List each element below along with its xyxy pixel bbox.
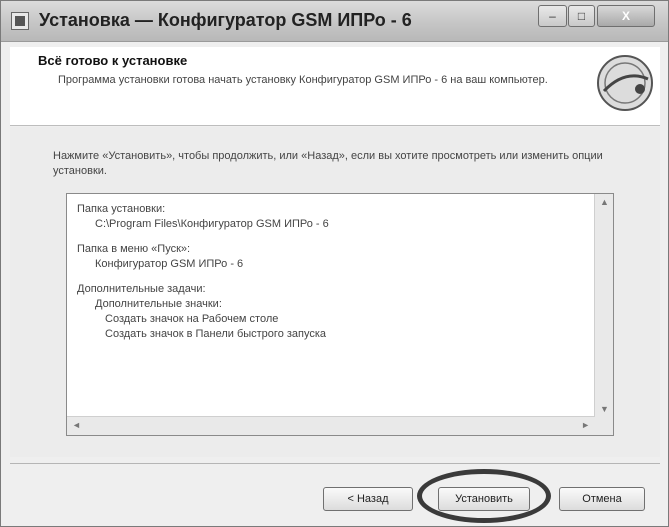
minimize-button[interactable]: – — [538, 5, 567, 27]
page-subtitle: Программа установки готова начать устано… — [58, 74, 548, 86]
title-bar[interactable]: Установка — Конфигуратор GSM ИПРо - 6 – … — [1, 1, 668, 42]
memo-text: Папка установки: C:\Program Files\Конфиг… — [67, 194, 595, 417]
back-button[interactable]: < Назад — [323, 487, 413, 511]
wizard-header: Всё готово к установке Программа установ… — [10, 47, 660, 126]
scroll-down-arrow-icon[interactable]: ▼ — [600, 404, 609, 414]
installer-window: Установка — Конфигуратор GSM ИПРо - 6 – … — [0, 0, 669, 527]
install-button[interactable]: Установить — [438, 487, 530, 511]
scroll-left-arrow-icon[interactable]: ◄ — [72, 420, 81, 430]
vertical-scrollbar[interactable]: ▲ ▼ — [594, 194, 613, 417]
scroll-right-arrow-icon[interactable]: ► — [581, 420, 590, 430]
ready-memo[interactable]: Папка установки: C:\Program Files\Конфиг… — [66, 193, 614, 436]
app-icon — [11, 12, 29, 30]
gsm-logo-icon — [597, 55, 653, 111]
tasks-group: Дополнительные значки: — [95, 298, 222, 310]
task-quicklaunch-icon: Создать значок в Панели быстрого запуска — [105, 328, 327, 340]
horizontal-scrollbar[interactable]: ◄ ► — [67, 416, 595, 435]
maximize-button[interactable]: □ — [568, 5, 595, 27]
close-button[interactable]: X — [597, 5, 655, 27]
cancel-button[interactable]: Отмена — [559, 487, 645, 511]
folder-label: Папка установки: — [77, 203, 166, 215]
folder-value: C:\Program Files\Конфигуратор GSM ИПРо -… — [95, 218, 329, 230]
footer-divider — [10, 463, 660, 464]
start-menu-value: Конфигуратор GSM ИПРо - 6 — [95, 258, 244, 270]
scroll-up-arrow-icon[interactable]: ▲ — [600, 197, 609, 207]
wizard-content: Нажмите «Установить», чтобы продолжить, … — [10, 127, 660, 457]
instructions-text: Нажмите «Установить», чтобы продолжить, … — [53, 150, 603, 177]
page-title: Всё готово к установке — [38, 53, 188, 68]
task-desktop-icon: Создать значок на Рабочем столе — [105, 313, 279, 325]
window-title: Установка — Конфигуратор GSM ИПРо - 6 — [39, 10, 412, 30]
tasks-label: Дополнительные задачи: — [77, 283, 206, 295]
scrollbar-corner — [595, 417, 613, 435]
start-menu-label: Папка в меню «Пуск»: — [77, 243, 191, 255]
